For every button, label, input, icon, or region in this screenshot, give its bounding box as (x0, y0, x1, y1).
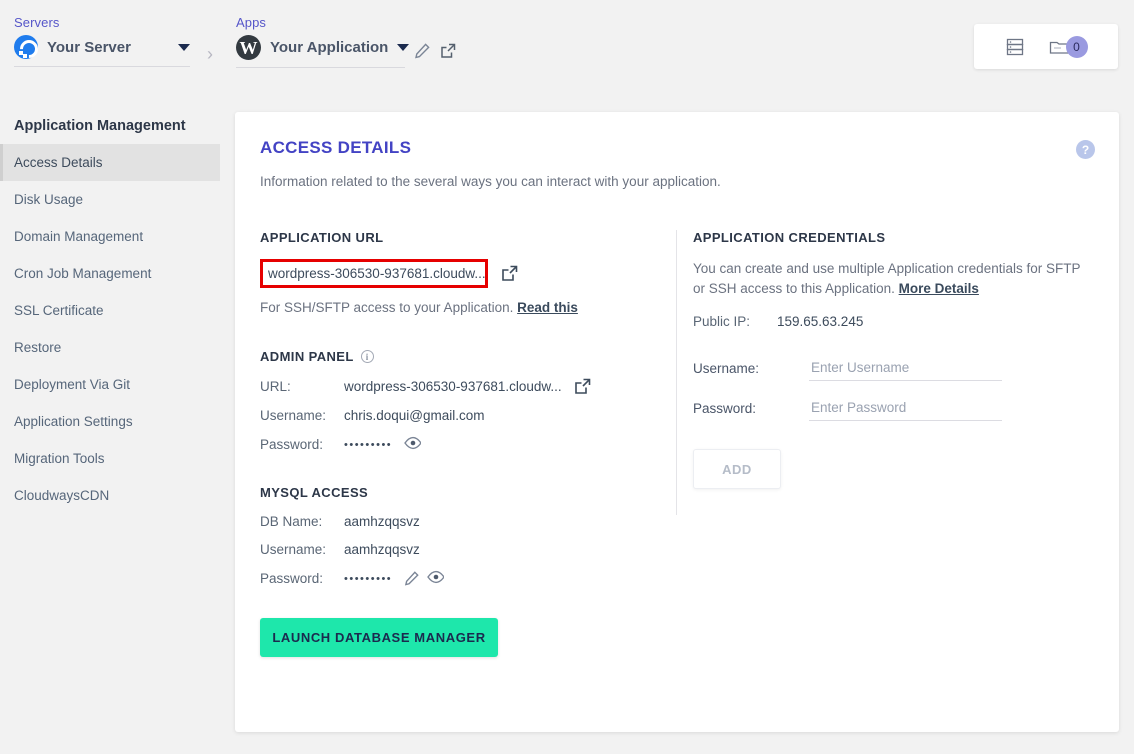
top-right-widget: 0 (974, 24, 1118, 69)
mysql-access-heading-text: MYSQL ACCESS (260, 485, 369, 500)
breadcrumb-chevron-icon: › (207, 44, 213, 64)
ssh-sftp-note-text: For SSH/SFTP access to your Application. (260, 300, 514, 315)
sidebar-item-application-settings[interactable]: Application Settings (0, 403, 220, 440)
show-mysql-password-eye-icon[interactable] (427, 570, 445, 587)
help-icon[interactable]: ? (1076, 140, 1095, 159)
folder-count-badge: 0 (1065, 35, 1088, 58)
sidebar-item-cloudways-cdn[interactable]: CloudwaysCDN (0, 477, 220, 514)
sidebar-item-access-details[interactable]: Access Details (0, 144, 220, 181)
top-bar: Servers Your Server › Apps W Your Applic… (0, 0, 1134, 96)
application-credentials-heading-text: APPLICATION CREDENTIALS (693, 230, 886, 245)
sidebar-item-cron-job-management[interactable]: Cron Job Management (0, 255, 220, 292)
column-divider (676, 230, 677, 515)
admin-panel-heading: ADMIN PANEL i (260, 349, 675, 364)
mysql-dbname-row: DB Name: aamhzqqsvz (260, 514, 675, 529)
left-column: APPLICATION URL wordpress-306530-937681.… (260, 230, 675, 600)
public-ip-row: Public IP: 159.65.63.245 (693, 314, 1093, 329)
open-external-icon[interactable] (440, 43, 457, 60)
app-selector[interactable]: Apps W Your Application (236, 15, 410, 68)
credential-username-label: Username: (693, 360, 760, 376)
application-url-row: wordpress-306530-937681.cloudw... (260, 259, 675, 288)
credential-username-row: Username: (693, 355, 1093, 382)
mysql-password-row: Password: ••••••••• (260, 570, 675, 587)
mysql-username-label: Username: (260, 542, 327, 557)
admin-url-row: URL: wordpress-306530-937681.cloudw... (260, 378, 675, 395)
ssh-sftp-note: For SSH/SFTP access to your Application.… (260, 300, 675, 315)
mysql-dbname-label: DB Name: (260, 514, 323, 529)
application-url-heading-text: APPLICATION URL (260, 230, 384, 245)
admin-username-label: Username: (260, 408, 327, 423)
wordpress-icon: W (236, 35, 261, 60)
open-application-url-icon[interactable] (501, 265, 518, 282)
show-admin-password-eye-icon[interactable] (404, 436, 422, 453)
projects-widget[interactable]: 0 (1049, 35, 1088, 58)
application-credentials-description: You can create and use multiple Applicat… (693, 259, 1093, 298)
sidebar-item-deployment-via-git[interactable]: Deployment Via Git (0, 366, 220, 403)
admin-username-row: Username: chris.doqui@gmail.com (260, 408, 675, 423)
servers-label: Servers (14, 15, 60, 30)
apps-label: Apps (236, 15, 267, 30)
mysql-username-row: Username: aamhzqqsvz (260, 542, 675, 557)
sidebar-item-ssl-certificate[interactable]: SSL Certificate (0, 292, 220, 329)
sidebar-item-migration-tools[interactable]: Migration Tools (0, 440, 220, 477)
app-name: Your Application (270, 39, 389, 56)
admin-url-value[interactable]: wordpress-306530-937681.cloudw... (344, 379, 562, 394)
mysql-dbname-value: aamhzqqsvz (344, 514, 420, 529)
more-details-link[interactable]: More Details (899, 281, 979, 296)
right-column: APPLICATION CREDENTIALS You can create a… (693, 230, 1093, 490)
access-details-card: ACCESS DETAILS Information related to th… (235, 112, 1119, 732)
launch-database-manager-button[interactable]: LAUNCH DATABASE MANAGER (260, 618, 498, 657)
chevron-down-icon[interactable] (178, 43, 190, 51)
edit-pencil-icon[interactable] (414, 43, 431, 60)
chevron-down-icon[interactable] (397, 44, 410, 51)
edit-mysql-password-pencil-icon[interactable] (404, 571, 419, 586)
read-this-link[interactable]: Read this (517, 300, 578, 315)
credential-password-label: Password: (693, 400, 757, 416)
admin-url-label: URL: (260, 379, 291, 394)
mysql-password-value-wrap: ••••••••• (344, 570, 445, 587)
credential-password-row: Password: (693, 395, 1093, 422)
admin-password-value-wrap: ••••••••• (344, 436, 422, 453)
application-credentials-heading: APPLICATION CREDENTIALS (693, 230, 1093, 245)
application-credentials-description-text: You can create and use multiple Applicat… (693, 261, 1081, 296)
server-selector[interactable]: Servers Your Server (14, 15, 190, 67)
server-list-icon[interactable] (1005, 37, 1025, 57)
info-icon[interactable]: i (360, 350, 374, 363)
page-title: ACCESS DETAILS (260, 138, 412, 157)
application-url-value[interactable]: wordpress-306530-937681.cloudw... (260, 259, 488, 288)
open-admin-url-icon[interactable] (574, 378, 591, 395)
admin-panel-heading-text: ADMIN PANEL (260, 349, 354, 364)
sidebar-item-domain-management[interactable]: Domain Management (0, 218, 220, 255)
mysql-password-label: Password: (260, 571, 324, 586)
public-ip-value: 159.65.63.245 (777, 314, 864, 330)
credential-username-input[interactable] (809, 355, 1002, 382)
mysql-access-heading: MYSQL ACCESS (260, 485, 675, 500)
sidebar-item-disk-usage[interactable]: Disk Usage (0, 181, 220, 218)
public-ip-label: Public IP: (693, 314, 751, 330)
admin-password-value: ••••••••• (344, 438, 393, 451)
mysql-username-value: aamhzqqsvz (344, 542, 420, 557)
sidebar-title: Application Management (14, 118, 186, 134)
credential-password-input[interactable] (809, 395, 1002, 422)
add-credential-button[interactable]: ADD (693, 449, 781, 490)
admin-username-value: chris.doqui@gmail.com (344, 408, 485, 423)
admin-url-value-wrap: wordpress-306530-937681.cloudw... (344, 378, 591, 395)
server-name: Your Server (47, 38, 131, 56)
page-subtitle: Information related to the several ways … (260, 174, 721, 189)
sidebar: Application Management Access Details Di… (0, 118, 220, 514)
sidebar-item-restore[interactable]: Restore (0, 329, 220, 366)
application-url-heading: APPLICATION URL (260, 230, 675, 245)
cloudways-server-icon (14, 35, 38, 59)
admin-password-label: Password: (260, 437, 324, 452)
admin-password-row: Password: ••••••••• (260, 436, 675, 453)
mysql-password-value: ••••••••• (344, 572, 393, 585)
